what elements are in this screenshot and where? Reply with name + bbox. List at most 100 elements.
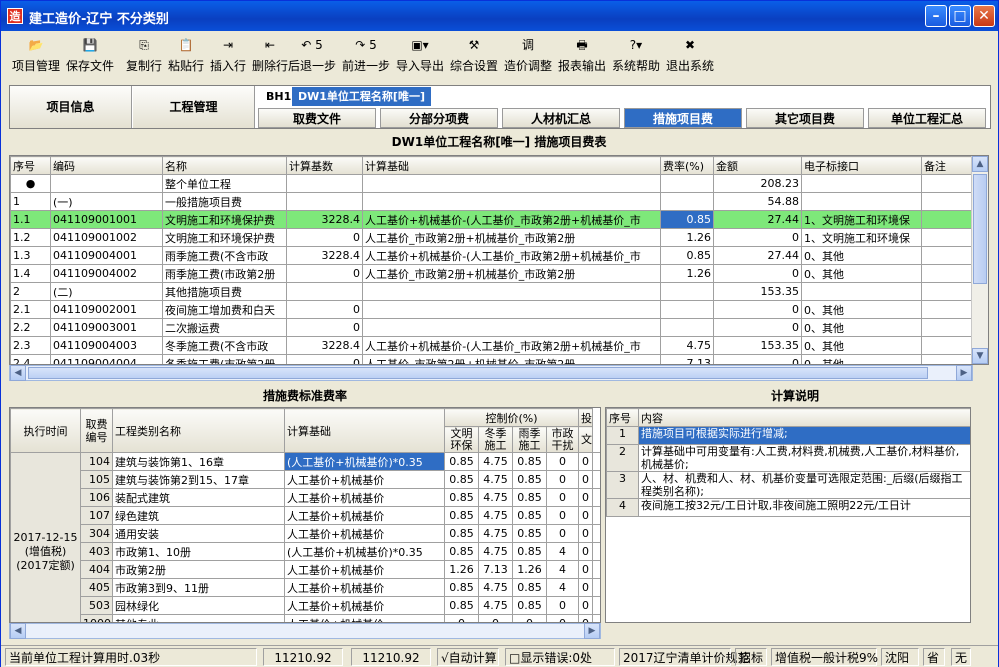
table-row[interactable]: 2.3 041109004003 冬季施工费(不含市政 3228.4 人工基价+机械基价… <box>10 336 974 355</box>
table-row[interactable]: 404 市政第2册 人工基价+机械基价 1.26 7.13 1.26 4 0 <box>11 560 600 579</box>
table-cell[interactable]: 人工基价_市政第2册+机械基价_市政第2册 <box>362 264 661 283</box>
table-cell[interactable] <box>362 192 661 211</box>
table-cell[interactable]: 人工基价_市政第2册+机械基价_市政第2册 <box>362 354 661 364</box>
table-cell[interactable]: 人、材、机费和人、材、机基价变量可选限定范围:_后缀(后缀指工程类别名称); <box>638 471 970 499</box>
table-row[interactable]: 2.4 041109004004 冬季施工费(市政第2册 0 人工基价_市政第2册+机械… <box>10 354 974 364</box>
table-cell[interactable]: 冬季施工费(市政第2册 <box>162 354 287 364</box>
table-cell[interactable]: 0.85 <box>512 578 547 597</box>
table-cell[interactable] <box>660 318 714 337</box>
table-cell[interactable]: 人工基价+机械基价 <box>284 596 445 615</box>
report-output-button[interactable]: 🖶 报表输出 <box>555 37 609 77</box>
table-cell[interactable]: 0 <box>286 264 363 283</box>
table-cell[interactable]: 0 <box>545 470 580 489</box>
table-cell[interactable]: 0 <box>578 488 594 507</box>
table-cell[interactable]: 二次搬运费 <box>162 318 287 337</box>
table-cell[interactable]: 雨季施工费(不含市政 <box>162 246 287 265</box>
table-cell[interactable]: 0 <box>545 524 580 543</box>
table-cell[interactable]: 4 <box>545 578 580 597</box>
table-row[interactable]: ● 整个单位工程 208.23 <box>10 174 974 193</box>
table-cell[interactable]: 文明施工和环境保护费 <box>162 228 287 247</box>
table-cell[interactable]: 措施项目可根据实际进行增减; <box>638 426 970 445</box>
table-cell[interactable]: (二) <box>50 282 163 301</box>
table-cell[interactable]: 人工基价+机械基价 <box>284 578 445 597</box>
table-cell[interactable]: 计算基础中可用变量有:人工费,材料费,机械费,人工基价,材料基价,机械基价; <box>638 444 970 472</box>
table-cell[interactable]: 0.85 <box>444 452 479 471</box>
redo-button[interactable]: ↷ 5 前进一步 <box>339 37 393 77</box>
table-cell[interactable]: 人工基价+机械基价-(人工基价_市政第2册+机械基价_市 <box>362 210 661 229</box>
table-cell[interactable] <box>286 174 363 193</box>
column-header[interactable]: 序号 <box>10 156 51 175</box>
table-cell[interactable]: 404 <box>80 560 113 579</box>
minimize-button[interactable]: – <box>925 5 947 27</box>
table-cell[interactable]: 4.75 <box>478 578 513 597</box>
table-cell[interactable]: (人工基价+机械基价)*0.35 <box>284 452 445 471</box>
table-cell[interactable]: 0.85 <box>512 524 547 543</box>
table-cell[interactable]: 4.75 <box>478 488 513 507</box>
table-cell[interactable] <box>921 192 974 211</box>
table-cell[interactable]: 人工基价+机械基价 <box>284 524 445 543</box>
scroll-right-icon[interactable]: ▶ <box>956 365 972 381</box>
table-row[interactable]: 2017-12-15 (增值税) (2017定额) 104 建筑与装饰第1、16章(… <box>10 452 600 622</box>
table-cell[interactable]: 153.35 <box>713 336 802 355</box>
table-cell[interactable]: 0.85 <box>660 246 714 265</box>
table-cell[interactable]: 0.85 <box>444 524 479 543</box>
list-item[interactable]: 4 夜间施工按32元/工日计取,非夜间施工照明22元/工日计 <box>606 498 970 517</box>
table-cell[interactable]: 4.75 <box>478 596 513 615</box>
table-cell[interactable]: 通用安装 <box>112 524 285 543</box>
table-cell[interactable]: 0 <box>578 614 594 622</box>
table-row[interactable]: 2.1 041109002001 夜间施工增加费和白天 0 0 0、其他 <box>10 300 974 319</box>
table-cell[interactable] <box>921 318 974 337</box>
table-cell[interactable]: 0 <box>545 452 580 471</box>
table-cell[interactable]: 2.1 <box>10 300 51 319</box>
table-cell[interactable] <box>660 192 714 211</box>
table-cell[interactable]: 2.3 <box>10 336 51 355</box>
table-row[interactable]: 1000其他专业人工基价+机械基价00000 <box>11 614 600 622</box>
table-row[interactable]: 106 装配式建筑 人工基价+机械基价 0.85 4.75 0.85 0 0 <box>11 488 600 507</box>
table-cell[interactable] <box>801 192 922 211</box>
table-cell[interactable]: 106 <box>80 488 113 507</box>
table-cell[interactable]: 3228.4 <box>286 210 363 229</box>
table-cell[interactable]: 1.26 <box>444 560 479 579</box>
table-cell[interactable]: 153.35 <box>713 282 802 301</box>
close-button[interactable]: ✕ <box>973 5 995 27</box>
table-cell[interactable]: 0 <box>713 228 802 247</box>
table-cell[interactable]: 人工基价+机械基价 <box>284 470 445 489</box>
rates-horizontal-scrollbar[interactable]: ◀ ▶ <box>9 623 601 639</box>
table-cell[interactable]: 1.4 <box>10 264 51 283</box>
table-cell[interactable]: 041109001001 <box>50 210 163 229</box>
table-cell[interactable]: 市政第3到9、11册 <box>112 578 285 597</box>
table-cell[interactable]: 2 <box>10 282 51 301</box>
column-header[interactable]: 金额 <box>713 156 802 175</box>
table-cell[interactable] <box>801 174 922 193</box>
table-cell[interactable] <box>362 282 661 301</box>
table-row[interactable]: 304 通用安装 人工基价+机械基价 0.85 4.75 0.85 0 0 <box>11 524 600 543</box>
table-cell[interactable]: 其他措施项目费 <box>162 282 287 301</box>
table-cell[interactable]: 4.75 <box>478 470 513 489</box>
save-file-button[interactable]: 💾 保存文件 <box>63 37 117 77</box>
table-cell[interactable]: 0、其他 <box>801 336 922 355</box>
table-cell[interactable]: 0 <box>713 354 802 364</box>
table-cell[interactable]: 041109004003 <box>50 336 163 355</box>
table-cell[interactable] <box>660 174 714 193</box>
table-cell[interactable]: 装配式建筑 <box>112 488 285 507</box>
table-cell[interactable]: 市政第2册 <box>112 560 285 579</box>
table-cell[interactable]: 54.88 <box>713 192 802 211</box>
table-row[interactable]: 105 建筑与装饰第2到15、17章 人工基价+机械基价 0.85 4.75 0.85 0 0 <box>11 470 600 489</box>
table-cell[interactable] <box>362 174 661 193</box>
table-cell[interactable]: 雨季施工费(市政第2册 <box>162 264 287 283</box>
table-cell[interactable]: 0.85 <box>444 578 479 597</box>
table-cell[interactable]: 夜间施工按32元/工日计取,非夜间施工照明22元/工日计 <box>638 498 970 517</box>
project-management-button[interactable]: 📂 项目管理 <box>9 37 63 77</box>
scroll-thumb[interactable] <box>973 174 987 284</box>
column-header[interactable]: 编码 <box>50 156 163 175</box>
tab-dw1-unit[interactable]: DW1单位工程名称[唯一] <box>292 87 431 106</box>
table-cell[interactable]: 0 <box>578 452 594 471</box>
table-cell[interactable]: 0 <box>713 318 802 337</box>
table-cell[interactable]: 0.85 <box>512 596 547 615</box>
table-cell[interactable]: 0 <box>286 354 363 364</box>
table-cell[interactable]: 1.26 <box>512 560 547 579</box>
table-row[interactable]: 405 市政第3到9、11册 人工基价+机械基价 0.85 4.75 0.85 4 0 <box>11 578 600 597</box>
table-cell[interactable]: 市政第1、10册 <box>112 542 285 561</box>
column-header[interactable]: 计算基数 <box>286 156 363 175</box>
table-cell[interactable]: 105 <box>80 470 113 489</box>
